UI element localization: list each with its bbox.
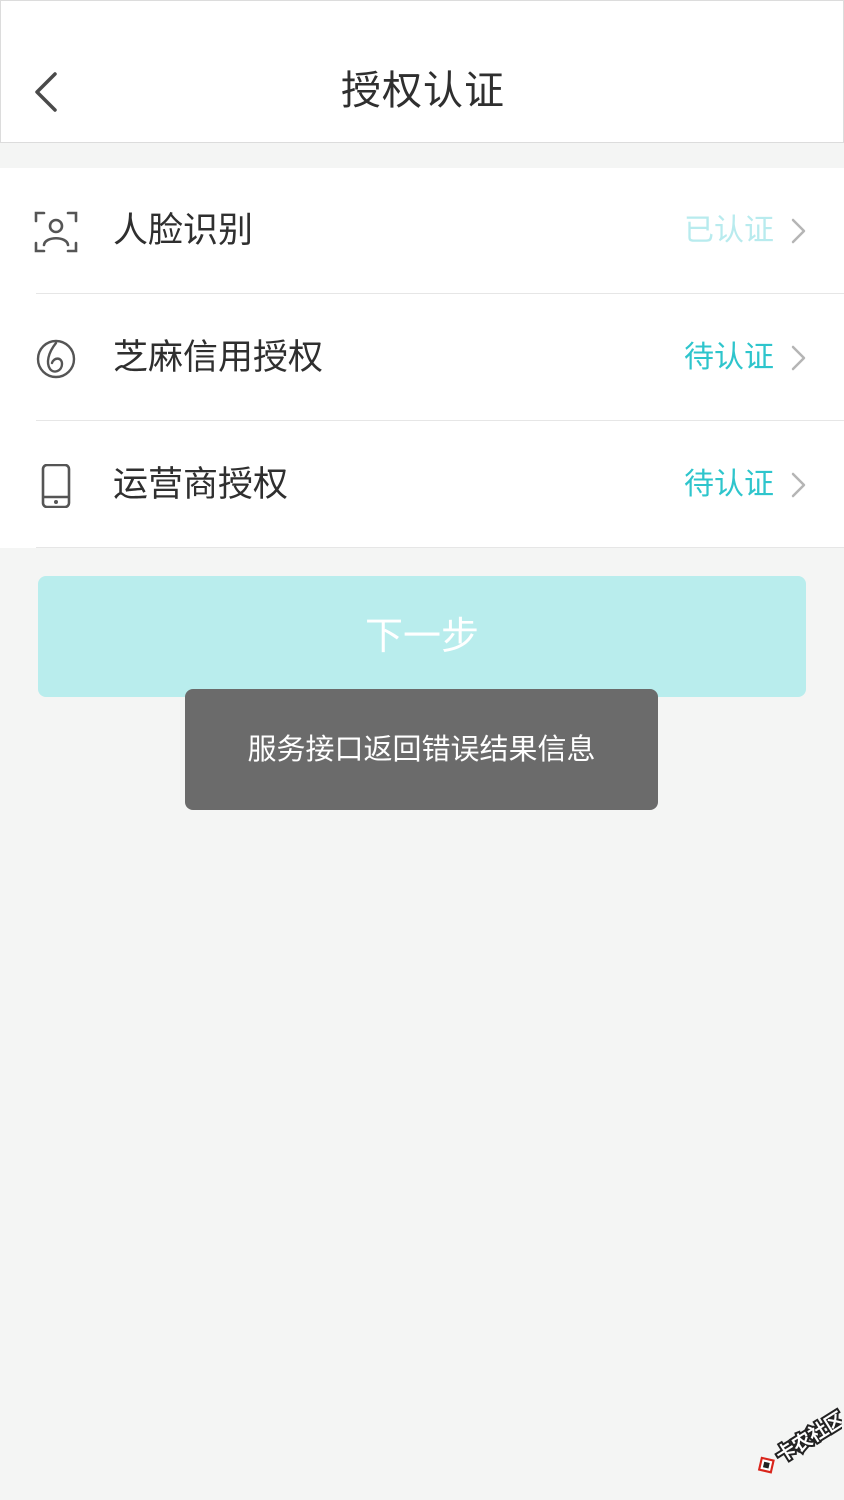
divider (36, 547, 844, 548)
auth-list: 人脸识别 已认证 芝麻信用授权 待认证 运营商授权 待认证 (0, 168, 844, 548)
auth-item-carrier[interactable]: 运营商授权 待认证 (0, 422, 844, 548)
divider (36, 293, 844, 294)
watermark-text: 卡农社区 (772, 1407, 842, 1467)
page-title: 授权认证 (341, 68, 505, 114)
next-step-button[interactable]: 下一步 (38, 576, 806, 697)
divider (36, 420, 844, 421)
auth-status: 待认证 (684, 340, 774, 375)
nav-bar: 授权认证 (0, 0, 844, 143)
watermark-logo: 卡农社区 (757, 1405, 842, 1474)
phone-icon (41, 464, 71, 508)
error-toast: 服务接口返回错误结果信息 (185, 689, 658, 810)
sesame-credit-icon (36, 339, 76, 379)
auth-item-sesame-credit[interactable]: 芝麻信用授权 待认证 (0, 295, 844, 421)
chevron-right-icon (791, 472, 806, 498)
auth-item-label: 人脸识别 (113, 211, 254, 251)
auth-status: 待认证 (684, 467, 774, 502)
chevron-right-icon (791, 345, 806, 371)
auth-item-face-recognition[interactable]: 人脸识别 已认证 (0, 168, 844, 294)
auth-status: 已认证 (684, 213, 774, 248)
auth-item-label: 芝麻信用授权 (113, 338, 324, 378)
auth-item-label: 运营商授权 (113, 465, 289, 505)
chevron-right-icon (791, 218, 806, 244)
face-scan-icon (34, 211, 78, 253)
